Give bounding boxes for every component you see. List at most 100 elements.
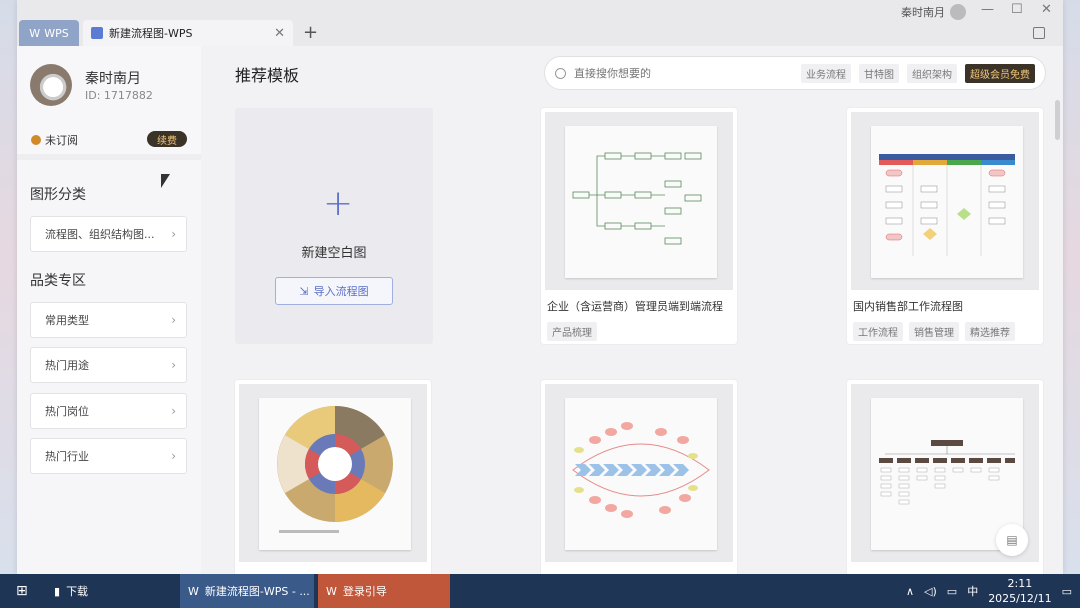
taskbar-item-label: 下载 bbox=[66, 585, 89, 598]
search-icon bbox=[555, 67, 566, 79]
system-tray: ∧ ◁) ▭ 中 2:11 2025/12/11 ▭ bbox=[906, 574, 1072, 608]
fishbone-preview bbox=[565, 398, 717, 550]
sidebar: 秦时南月 ID: 1717882 未订阅 续费 图形分类 流程图、组织结构图..… bbox=[17, 46, 201, 574]
template-tag[interactable]: 精选推荐 bbox=[965, 322, 1015, 341]
side-panel-icon[interactable] bbox=[1033, 27, 1045, 39]
avatar-icon bbox=[950, 4, 966, 20]
maximize-icon[interactable]: ☐ bbox=[1011, 2, 1023, 17]
wps-window: W WPS 新建流程图-WPS ✕ + 秦时南月 — ☐ ✕ 秦时南月 ID: 1… bbox=[17, 0, 1063, 574]
wps-logo-icon: W bbox=[29, 26, 41, 40]
chip-vip-free[interactable]: 超级会员免费 bbox=[965, 63, 1035, 83]
template-tag[interactable]: 销售管理 bbox=[909, 322, 959, 341]
template-card[interactable] bbox=[235, 380, 431, 574]
new-blank-label: 新建空白图 bbox=[301, 246, 367, 261]
taskbar-item-wps-flowchart[interactable]: W 新建流程图-WPS - ... bbox=[180, 574, 314, 608]
wheel-diagram-graphic bbox=[277, 406, 393, 533]
category-button[interactable]: 流程图、组织结构图... › bbox=[30, 216, 187, 252]
org-chart-graphic bbox=[879, 440, 1015, 505]
search-bar[interactable]: 业务流程 甘特图 组织架构 超级会员免费 bbox=[544, 56, 1046, 90]
profile-card: 秦时南月 ID: 1717882 未订阅 续费 bbox=[17, 46, 201, 160]
taskbar-item-label: 登录引导 bbox=[342, 585, 387, 598]
taskbar-item-downloads[interactable]: ▮ 下载 bbox=[46, 574, 176, 608]
template-tag[interactable]: 工作流程 bbox=[853, 322, 903, 341]
section-title-zones: 品类专区 bbox=[30, 273, 86, 289]
flowchart-preview bbox=[565, 126, 717, 278]
account-menu[interactable]: 秦时南月 bbox=[901, 4, 966, 20]
clock[interactable]: 2:11 2025/12/11 bbox=[988, 576, 1051, 606]
section-title-categories: 图形分类 bbox=[30, 187, 86, 203]
username: 秦时南月 bbox=[85, 71, 141, 87]
avatar[interactable] bbox=[30, 64, 72, 106]
wps-logo-icon: W bbox=[326, 584, 337, 598]
template-tag[interactable]: 产品梳理 bbox=[547, 322, 597, 341]
title-bar: W WPS 新建流程图-WPS ✕ + 秦时南月 — ☐ ✕ bbox=[17, 0, 1063, 46]
taskbar-item-login-guide[interactable]: W 登录引导 bbox=[318, 574, 450, 608]
close-window-icon[interactable]: ✕ bbox=[1041, 2, 1052, 17]
template-tags: 产品梳理 bbox=[547, 322, 597, 341]
zone-item-positions[interactable]: 热门岗位 › bbox=[30, 393, 187, 429]
tab-document[interactable]: 新建流程图-WPS ✕ bbox=[83, 20, 293, 46]
plus-icon: + bbox=[323, 183, 354, 224]
template-title: 国内销售部工作流程图 bbox=[853, 300, 963, 313]
tab-wps-home[interactable]: W WPS bbox=[19, 20, 79, 46]
taskbar-item-label: 新建流程图-WPS - ... bbox=[204, 585, 310, 598]
zone-item-uses[interactable]: 热门用途 › bbox=[30, 347, 187, 383]
import-icon: ⇲ bbox=[299, 284, 309, 298]
mouse-pointer-icon bbox=[161, 174, 170, 188]
template-thumbnail bbox=[545, 384, 733, 562]
clock-time: 2:11 bbox=[1007, 577, 1033, 590]
template-card[interactable]: 国内销售部工作流程图 工作流程 销售管理 精选推荐 bbox=[847, 108, 1043, 344]
chip-gantt[interactable]: 甘特图 bbox=[859, 63, 899, 83]
search-input[interactable] bbox=[574, 66, 774, 80]
taskbar: ⊞ ▮ 下载 W 新建流程图-WPS - ... W 登录引导 ∧ ◁) ▭ 中 2:… bbox=[0, 574, 1080, 608]
template-tags: 工作流程 销售管理 精选推荐 bbox=[853, 322, 1015, 341]
page-title: 推荐模板 bbox=[235, 66, 300, 85]
chat-support-icon[interactable]: ▤ bbox=[996, 524, 1028, 556]
clock-date: 2025/12/11 bbox=[988, 592, 1052, 605]
chip-org-chart[interactable]: 组织架构 bbox=[907, 63, 957, 83]
network-icon[interactable]: ▭ bbox=[947, 585, 957, 598]
flowchart-doc-icon bbox=[91, 27, 103, 39]
volume-icon[interactable]: ◁) bbox=[924, 585, 937, 598]
wps-app-icon: W bbox=[188, 584, 199, 598]
template-card[interactable]: 企业（含运营商）管理员端到端流程 产品梳理 bbox=[541, 108, 737, 344]
swimlane-preview bbox=[871, 126, 1023, 278]
renew-button[interactable]: 续费 bbox=[147, 131, 187, 147]
ime-indicator[interactable]: 中 bbox=[967, 583, 978, 599]
chevron-right-icon: › bbox=[171, 313, 176, 327]
vip-icon bbox=[31, 135, 41, 145]
folder-icon: ▮ bbox=[54, 584, 61, 598]
new-blank-card[interactable]: + 新建空白图 ⇲ 导入流程图 bbox=[235, 108, 433, 344]
main-content: 推荐模板 业务流程 甘特图 组织架构 超级会员免费 + 新建空白图 ⇲ 导入流程图 bbox=[201, 46, 1063, 574]
close-icon[interactable]: ✕ bbox=[274, 26, 285, 41]
chevron-right-icon: › bbox=[171, 227, 176, 241]
template-title: 企业（含运营商）管理员端到端流程 bbox=[547, 300, 723, 313]
flowchart-preview-graphic bbox=[572, 152, 702, 245]
zone-item-common[interactable]: 常用类型 › bbox=[30, 302, 187, 338]
chip-business-process[interactable]: 业务流程 bbox=[801, 63, 851, 83]
account-name: 秦时南月 bbox=[901, 6, 945, 19]
fishbone-diagram-graphic bbox=[572, 422, 710, 518]
category-button-label: 流程图、组织结构图... bbox=[45, 228, 155, 241]
scrollbar-thumb[interactable] bbox=[1055, 100, 1060, 140]
tab-document-label: 新建流程图-WPS bbox=[109, 27, 193, 40]
template-thumbnail bbox=[545, 112, 733, 290]
chevron-up-icon[interactable]: ∧ bbox=[906, 585, 914, 598]
wheel-diagram-preview bbox=[259, 398, 411, 550]
tab-wps-label: WPS bbox=[44, 26, 69, 40]
subscription-status: 未订阅 bbox=[31, 132, 78, 148]
chevron-right-icon: › bbox=[171, 358, 176, 372]
notification-icon[interactable]: ▭ bbox=[1062, 585, 1072, 598]
subscription-label: 未订阅 bbox=[45, 134, 78, 147]
import-label: 导入流程图 bbox=[313, 285, 369, 298]
zone-item-label: 热门用途 bbox=[45, 359, 89, 372]
windows-start-icon[interactable]: ⊞ bbox=[8, 574, 32, 608]
minimize-icon[interactable]: — bbox=[981, 2, 994, 17]
swimlane-preview-graphic bbox=[879, 154, 1015, 256]
org-chart-preview bbox=[871, 398, 1023, 550]
chevron-right-icon: › bbox=[171, 404, 176, 418]
import-flowchart-button[interactable]: ⇲ 导入流程图 bbox=[275, 277, 393, 305]
template-card[interactable] bbox=[541, 380, 737, 574]
new-tab-button[interactable]: + bbox=[303, 22, 318, 43]
zone-item-industries[interactable]: 热门行业 › bbox=[30, 438, 187, 474]
